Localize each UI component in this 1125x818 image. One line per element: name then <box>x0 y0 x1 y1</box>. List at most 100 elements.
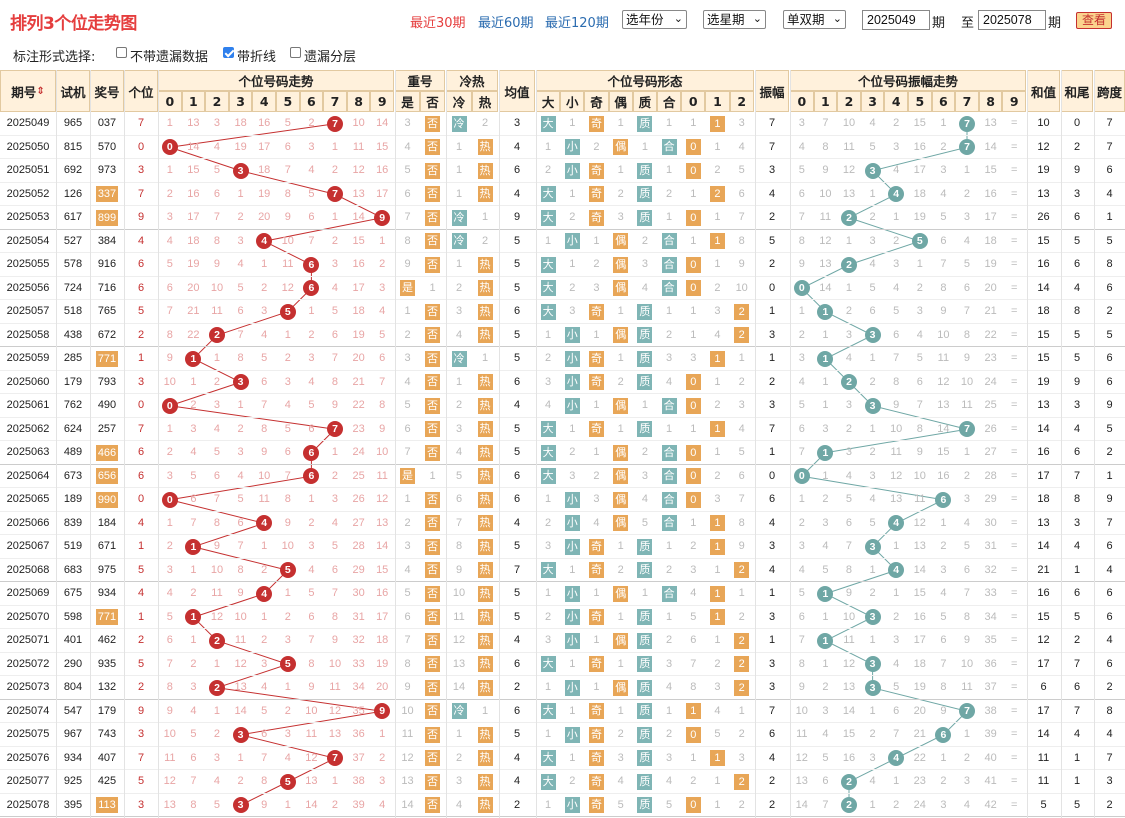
hot-cell: 热 <box>472 535 498 559</box>
tail-cell: 3 <box>1073 399 1081 411</box>
amp-omit: 14 <box>937 422 950 435</box>
amp-omit: 42 <box>984 798 997 811</box>
form-cell: 大 <box>536 418 560 442</box>
trend-hit: 4 <box>252 512 276 536</box>
form-cell-mark: 质 <box>637 303 653 320</box>
trend-omit: 4 <box>190 446 197 458</box>
trend-omit: 18 <box>187 234 200 247</box>
amp-omit: = <box>1010 399 1018 411</box>
amp-hit-mark: 1 <box>817 632 834 649</box>
form-cell-mark: 奇 <box>588 538 604 555</box>
checkbox-omission-layer[interactable] <box>290 47 301 58</box>
trend-omit: 34 <box>352 681 365 693</box>
avg-cell: 4 <box>513 634 521 646</box>
trend-omit: 5 <box>213 164 221 176</box>
amp-omit: 1 <box>893 775 900 787</box>
week-select[interactable]: 选星期 ⌄ <box>703 10 766 29</box>
amp-omit: 2 <box>845 305 853 317</box>
trial-cell: 673 <box>63 469 83 482</box>
hot-cell: 热 <box>472 582 498 606</box>
amp-omit: 18 <box>913 657 926 670</box>
form-cell-mark: 质 <box>637 327 653 343</box>
tail-cell: 5 <box>1073 798 1081 811</box>
prize-cell: 037 <box>97 117 117 129</box>
form-cell-mark: 偶 <box>613 491 629 508</box>
repeat-yes-cell: 是 <box>395 277 420 301</box>
repeat-yes-cell: 6 <box>404 422 411 435</box>
sort-icon[interactable]: ⇕ <box>36 86 44 97</box>
query-button[interactable]: 查看 <box>1076 12 1112 29</box>
amp-omit: 5 <box>798 587 805 599</box>
form-cell: 1 <box>593 399 600 411</box>
form-cell: 1 <box>617 540 624 552</box>
unit-cell: 7 <box>137 117 145 129</box>
trend-hit-mark: 4 <box>256 585 273 602</box>
amp-omit: 4 <box>869 493 876 505</box>
tail-cell: 5 <box>1073 610 1081 623</box>
amp-omit: 39 <box>984 728 997 740</box>
trend-omit: 4 <box>237 258 244 270</box>
amp-omit: 1 <box>916 258 923 270</box>
link-recent-60[interactable]: 最近60期 <box>478 12 534 31</box>
form-cell: 偶 <box>609 629 633 653</box>
link-recent-30[interactable]: 最近30期 <box>410 12 466 31</box>
parity-select[interactable]: 单双期 ⌄ <box>783 10 846 29</box>
checkbox-with-lines[interactable] <box>223 47 234 58</box>
trend-omit: 9 <box>261 446 268 458</box>
year-select[interactable]: 选年份 ⌄ <box>622 10 687 29</box>
form-cell: 2 <box>705 183 729 207</box>
from-period-input[interactable]: 2025049 <box>862 10 930 30</box>
to-period-input[interactable]: 2025078 <box>978 10 1046 30</box>
form-cell-mark: 偶 <box>613 679 629 696</box>
amp-omit: 1 <box>822 657 829 670</box>
cold-cell: 11 <box>453 610 465 623</box>
amp-omit: 7 <box>963 587 971 599</box>
form-cell: 2 <box>730 629 754 653</box>
table-row: 2025077 925 425 5 12 7 4 2 8 5 13 1 38 3 13 否 3 热 4 大 2 奇 4 质 4 2… <box>0 770 1125 794</box>
trend-omit: 8 <box>308 657 315 670</box>
amp-omit: 5 <box>869 140 876 153</box>
form-cell: 1 <box>714 258 721 270</box>
trend-omit: 1 <box>213 704 221 717</box>
span-cell: 8 <box>1106 258 1113 270</box>
trend-omit: 9 <box>331 399 339 411</box>
amp-omit: 8 <box>798 657 805 670</box>
hot-cell: 热 <box>472 606 498 630</box>
tail-cell: 7 <box>1073 657 1081 670</box>
sum-cell: 10 <box>1037 117 1050 129</box>
checkbox-no-omission[interactable] <box>116 47 127 58</box>
form-cell: 2 <box>738 610 745 623</box>
amp-omit: 3 <box>822 704 829 717</box>
unit-cell: 5 <box>137 657 145 670</box>
trend-omit: 1 <box>331 446 339 458</box>
form-cell: 小 <box>560 347 584 371</box>
amp-omit: 7 <box>940 657 947 670</box>
amp-omit: 1 <box>845 281 853 294</box>
link-recent-120[interactable]: 最近120期 <box>545 12 609 31</box>
form-cell: 1 <box>714 211 721 223</box>
repeat-no-cell: 否 <box>420 112 445 136</box>
trend-omit: 14 <box>352 211 365 223</box>
col-period[interactable]: 期号 ⇕ <box>0 70 56 112</box>
hot-cell-mark: 热 <box>477 186 493 202</box>
form-cell: 2 <box>593 258 600 270</box>
tail-cell: 3 <box>1073 187 1081 200</box>
form-cell: 1 <box>593 234 600 247</box>
amp-omit: 23 <box>984 352 997 364</box>
amp-omit: 1 <box>822 375 829 388</box>
repeat-no-cell-mark: 否 <box>425 703 440 719</box>
form-cell: 大 <box>536 112 560 136</box>
form-cell: 2 <box>738 375 745 388</box>
hot-cell-mark: 热 <box>477 162 493 179</box>
amp-omit: 3 <box>869 234 876 247</box>
repeat-no-cell: 否 <box>420 183 445 207</box>
form-cell: 7 <box>690 657 697 670</box>
amp-omit: 5 <box>940 610 947 623</box>
trend-omit: 20 <box>352 352 365 364</box>
form-cell: 4 <box>738 422 745 435</box>
repeat-yes-cell: 3 <box>404 352 411 364</box>
form-cell-mark: 0 <box>685 209 701 226</box>
trend-omit: 1 <box>261 258 268 270</box>
repeat-no-cell: 否 <box>420 747 445 771</box>
form-cell: 1 <box>705 747 729 771</box>
